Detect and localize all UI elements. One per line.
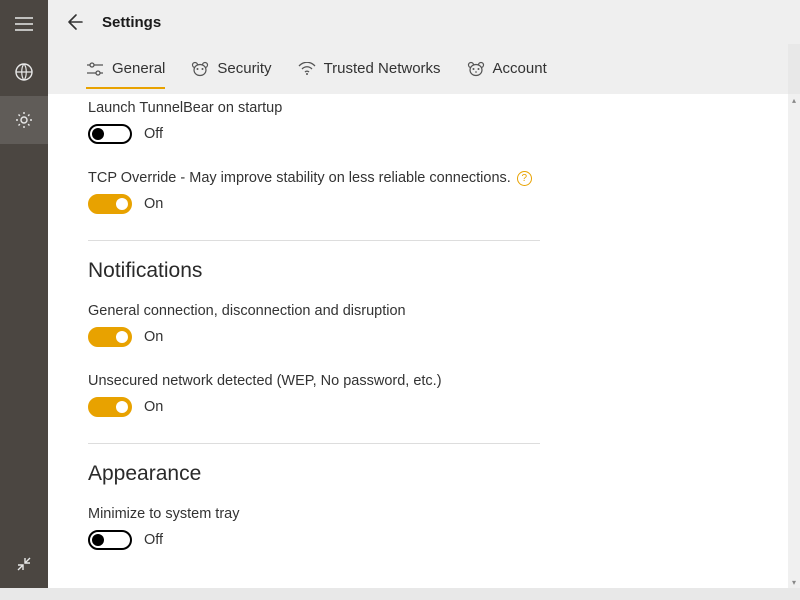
page-title: Settings [102, 14, 161, 31]
bear-icon [467, 60, 485, 78]
toggle-state: Off [144, 126, 163, 142]
setting-general-connection: General connection, disconnection and di… [88, 303, 540, 347]
setting-label: Minimize to system tray [88, 506, 540, 522]
sliders-icon [86, 60, 104, 78]
content-inner: Launch TunnelBear on startup Off TCP Ove… [88, 100, 540, 550]
tab-trusted-networks[interactable]: Trusted Networks [298, 50, 441, 88]
back-arrow-icon [64, 12, 84, 32]
toggle-tcp-override[interactable] [88, 194, 132, 214]
collapse-icon [16, 556, 32, 572]
toggle-state: On [144, 329, 163, 345]
sidebar-item-world[interactable] [0, 48, 48, 96]
toggle-state: On [144, 196, 163, 212]
setting-label: General connection, disconnection and di… [88, 303, 540, 319]
section-title-notifications: Notifications [88, 259, 540, 283]
tab-account[interactable]: Account [467, 50, 547, 88]
tab-label: Trusted Networks [324, 60, 441, 77]
sidebar-item-collapse[interactable] [0, 540, 48, 588]
back-button[interactable] [62, 10, 86, 34]
toggle-minimize-tray[interactable] [88, 530, 132, 550]
tabs: General Security Trusted Networks Accoun… [48, 44, 788, 94]
sidebar [0, 0, 48, 588]
menu-button[interactable] [0, 0, 48, 48]
wifi-icon [298, 60, 316, 78]
header: Settings [48, 0, 800, 44]
tab-general[interactable]: General [86, 50, 165, 88]
sidebar-item-settings[interactable] [0, 96, 48, 144]
bear-shield-icon [191, 60, 209, 78]
setting-label: Unsecured network detected (WEP, No pass… [88, 373, 540, 389]
toggle-launch-startup[interactable] [88, 124, 132, 144]
setting-launch-startup: Launch TunnelBear on startup Off [88, 100, 540, 144]
setting-minimize-tray: Minimize to system tray Off [88, 506, 540, 550]
settings-content: Launch TunnelBear on startup Off TCP Ove… [48, 94, 788, 588]
section-title-appearance: Appearance [88, 462, 540, 486]
scroll-up-icon[interactable]: ▴ [788, 94, 800, 106]
toggle-unsecured-network[interactable] [88, 397, 132, 417]
gear-icon [15, 111, 33, 129]
divider [88, 443, 540, 444]
scroll-down-icon[interactable]: ▾ [788, 576, 800, 588]
setting-tcp-override: TCP Override - May improve stability on … [88, 170, 540, 214]
toggle-state: Off [144, 532, 163, 548]
setting-label: Launch TunnelBear on startup [88, 100, 540, 116]
scrollbar[interactable]: ▴ ▾ [788, 94, 800, 588]
setting-unsecured-network: Unsecured network detected (WEP, No pass… [88, 373, 540, 417]
hamburger-icon [15, 17, 33, 31]
setting-label: TCP Override - May improve stability on … [88, 170, 540, 186]
globe-icon [15, 63, 33, 81]
help-icon[interactable]: ? [517, 171, 532, 186]
tab-label: Security [217, 60, 271, 77]
tab-label: Account [493, 60, 547, 77]
toggle-general-connection[interactable] [88, 327, 132, 347]
toggle-state: On [144, 399, 163, 415]
tab-label: General [112, 60, 165, 77]
tab-security[interactable]: Security [191, 50, 271, 88]
divider [88, 240, 540, 241]
